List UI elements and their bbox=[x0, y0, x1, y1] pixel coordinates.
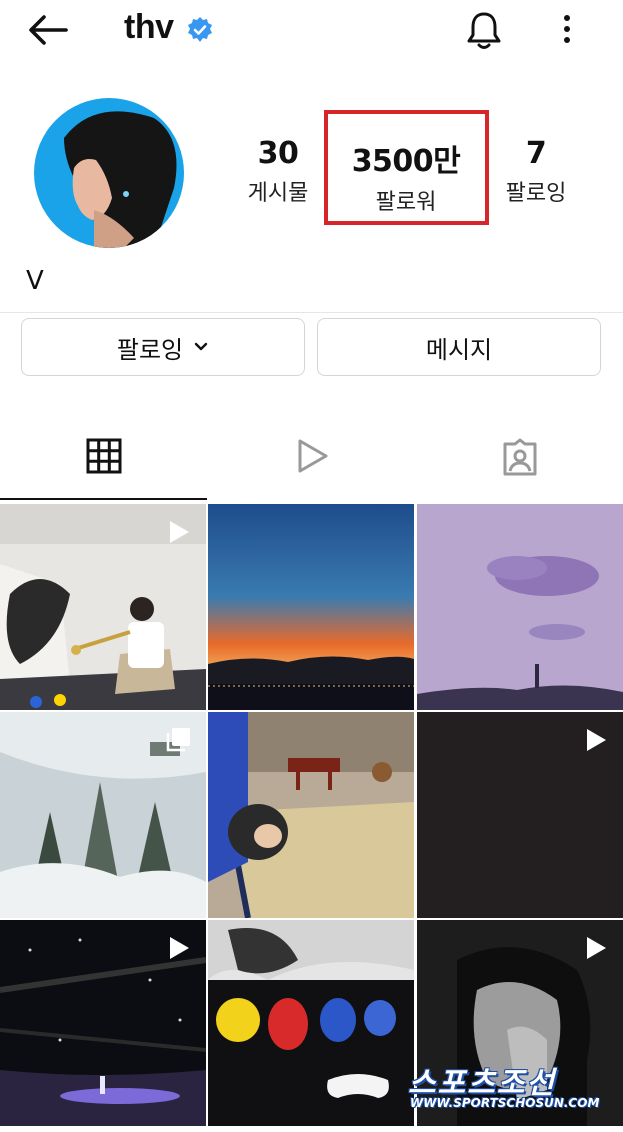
tab-reels[interactable] bbox=[208, 428, 415, 500]
post-image bbox=[208, 920, 414, 1126]
profile-tabs bbox=[0, 428, 623, 500]
tagged-person-icon bbox=[503, 438, 536, 476]
watermark-logo: 스포츠조선 WWW.SPORTSCHOSUN.COM bbox=[408, 1058, 608, 1114]
watermark-url: WWW.SPORTSCHOSUN.COM bbox=[410, 1096, 600, 1110]
tab-tagged[interactable] bbox=[416, 428, 623, 500]
posts-label: 게시물 bbox=[247, 181, 309, 206]
video-icon bbox=[587, 937, 606, 959]
following-button-label: 팔로잉 bbox=[116, 335, 184, 364]
video-icon bbox=[170, 937, 189, 959]
post-thumbnail[interactable] bbox=[417, 712, 623, 918]
video-icon bbox=[587, 729, 606, 751]
chevron-down-icon bbox=[194, 342, 208, 351]
carousel-icon bbox=[166, 728, 190, 752]
post-thumbnail[interactable] bbox=[208, 920, 414, 1126]
reels-play-icon bbox=[298, 439, 327, 473]
post-image bbox=[208, 712, 414, 918]
more-vertical-icon[interactable] bbox=[552, 10, 582, 50]
following-button[interactable]: 팔로잉 bbox=[21, 318, 305, 376]
bell-icon[interactable] bbox=[462, 8, 506, 52]
message-button[interactable]: 메시지 bbox=[317, 318, 601, 376]
post-thumbnail[interactable] bbox=[208, 712, 414, 918]
display-name: V bbox=[26, 266, 44, 296]
message-button-label: 메시지 bbox=[425, 335, 493, 364]
avatar[interactable] bbox=[34, 98, 184, 248]
grid-icon bbox=[86, 438, 121, 474]
post-thumbnail[interactable] bbox=[0, 920, 206, 1126]
stat-following[interactable]: 7 팔로잉 bbox=[476, 136, 596, 207]
post-thumbnail[interactable] bbox=[0, 504, 206, 710]
following-count: 7 bbox=[525, 136, 547, 171]
followers-label: 팔로워 bbox=[375, 190, 437, 215]
top-bar: thv bbox=[0, 0, 623, 62]
post-thumbnail[interactable] bbox=[208, 504, 414, 710]
profile-username: thv bbox=[124, 8, 174, 46]
post-thumbnail[interactable] bbox=[417, 504, 623, 710]
stat-posts[interactable]: 30 게시물 bbox=[218, 136, 338, 207]
posts-count: 30 bbox=[257, 136, 299, 171]
back-arrow-icon[interactable] bbox=[26, 10, 70, 50]
followers-count: 3500만 bbox=[351, 144, 461, 179]
tab-grid[interactable] bbox=[0, 428, 207, 500]
post-image bbox=[208, 504, 414, 710]
verified-badge-icon bbox=[186, 16, 214, 44]
divider bbox=[0, 312, 623, 313]
following-label: 팔로잉 bbox=[505, 181, 567, 206]
stat-followers[interactable]: 3500만 팔로워 bbox=[346, 136, 466, 216]
post-thumbnail[interactable] bbox=[0, 712, 206, 918]
post-image bbox=[417, 504, 623, 710]
video-icon bbox=[170, 521, 189, 543]
